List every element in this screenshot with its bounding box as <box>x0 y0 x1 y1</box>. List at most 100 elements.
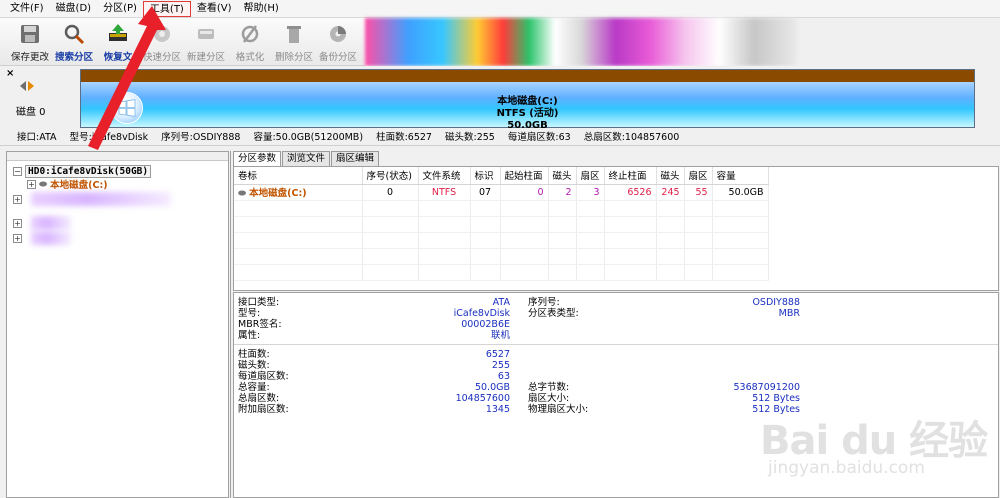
format-button[interactable]: 格式化 <box>228 18 272 66</box>
col-end-cylinder[interactable]: 终止柱面 <box>604 167 657 185</box>
tree-hidden-node-2[interactable]: + <box>13 216 25 230</box>
tab-sector-edit[interactable]: 扇区编辑 <box>331 151 380 166</box>
section-divider <box>234 344 998 345</box>
cell-start-cylinder: 0 <box>500 184 549 201</box>
delete-partition-label: 删除分区 <box>274 52 313 63</box>
tree-disk-node[interactable]: − HD0:iCafe8vDisk(50GB) <box>13 164 152 178</box>
cell-start-sector: 3 <box>576 184 605 201</box>
table-row <box>234 264 769 281</box>
disk-info-strip: 接口:ATA 型号:iCafe8vDisk 序列号:OSDIY888 容量:50… <box>0 130 1000 146</box>
redacted-block <box>31 192 171 206</box>
table-header-row: 卷标 序号(状态) 文件系统 标识 起始柱面 磁头 扇区 终止柱面 磁头 扇区 … <box>234 167 769 185</box>
save-changes-button[interactable]: 保存更改 <box>8 18 52 66</box>
prop-label: 磁头数: <box>238 360 270 371</box>
col-capacity[interactable]: 容量 <box>712 167 769 185</box>
disk-tree-pane: − HD0:iCafe8vDisk(50GB) + ⬬ 本地磁盘(C:) + +… <box>6 151 229 498</box>
collapse-icon[interactable]: − <box>13 166 22 176</box>
tree-partition-label[interactable]: 本地磁盘(C:) <box>50 177 107 191</box>
format-icon <box>237 21 263 47</box>
backup-icon <box>325 21 351 47</box>
prop-value: 1345 <box>485 404 510 415</box>
format-label: 格式化 <box>235 52 265 63</box>
search-partition-label: 搜索分区 <box>54 52 93 63</box>
partition-c-block[interactable]: 本地磁盘(C:) NTFS (活动) 50.0GB <box>81 82 974 131</box>
cell-capacity: 50.0GB <box>712 184 769 201</box>
tree-hidden-node-1[interactable]: + <box>13 192 25 206</box>
partition-table: 卷标 序号(状态) 文件系统 标识 起始柱面 磁头 扇区 终止柱面 磁头 扇区 … <box>233 166 999 291</box>
tree-partition-node[interactable]: + ⬬ 本地磁盘(C:) <box>27 177 108 191</box>
col-start-cylinder[interactable]: 起始柱面 <box>500 167 549 185</box>
col-end-sector[interactable]: 扇区 <box>684 167 713 185</box>
backup-partition-button[interactable]: 备份分区 <box>316 18 360 66</box>
search-icon <box>61 21 87 47</box>
ad-banner[interactable] <box>365 18 797 66</box>
disk-number-label: 磁盘 0 <box>16 107 46 118</box>
menu-file[interactable]: 文件(F) <box>4 1 50 17</box>
menu-bar: 文件(F) 磁盘(D) 分区(P) 工具(T) 查看(V) 帮助(H) <box>0 0 1000 18</box>
restore-files-button[interactable]: 恢复文 <box>96 18 140 66</box>
prop-label: 序列号: <box>528 297 560 308</box>
cell-index: 0 <box>362 184 419 201</box>
disk-partition-bar[interactable]: 本地磁盘(C:) NTFS (活动) 50.0GB <box>80 69 975 131</box>
partition-table-grid: 卷标 序号(状态) 文件系统 标识 起始柱面 磁头 扇区 终止柱面 磁头 扇区 … <box>234 167 769 281</box>
disk-nav-arrows <box>20 81 34 91</box>
tree-header <box>7 152 228 161</box>
info-capacity: 容量:50.0GB(51200MB) <box>253 132 364 143</box>
col-index-status[interactable]: 序号(状态) <box>362 167 419 185</box>
prev-disk-icon[interactable] <box>20 81 26 91</box>
table-row <box>234 248 769 265</box>
table-row <box>234 232 769 249</box>
tree-disk-label[interactable]: HD0:iCafe8vDisk(50GB) <box>25 164 152 178</box>
watermark-url: jingyan.baidu.com <box>768 458 925 478</box>
menu-tools[interactable]: 工具(T) <box>142 0 191 17</box>
col-start-head[interactable]: 磁头 <box>548 167 577 185</box>
prop-value: 53687091200 <box>733 382 801 393</box>
delete-icon <box>281 21 307 47</box>
search-partition-button[interactable]: 搜索分区 <box>52 18 96 66</box>
baidu-watermark: Bai du 经验 jingyan.baidu.com <box>760 408 1000 498</box>
tab-bar: 分区参数 浏览文件 扇区编辑 <box>233 151 380 166</box>
tab-browse-files[interactable]: 浏览文件 <box>282 151 331 166</box>
next-disk-icon[interactable] <box>28 81 34 91</box>
expand-icon[interactable]: + <box>13 218 22 228</box>
col-start-sector[interactable]: 扇区 <box>576 167 605 185</box>
col-id[interactable]: 标识 <box>470 167 501 185</box>
prop-label: 接口类型: <box>238 297 280 308</box>
table-row[interactable]: ⬬ 本地磁盘(C:) 0 NTFS 07 0 2 3 6526 245 55 5… <box>234 184 769 201</box>
redacted-block <box>31 216 71 230</box>
drive-icon: ⬬ <box>238 188 250 199</box>
prop-value: MBR <box>778 308 800 319</box>
cell-volume-label: ⬬ 本地磁盘(C:) <box>234 184 363 201</box>
new-partition-label: 新建分区 <box>186 52 225 63</box>
new-partition-button[interactable]: 新建分区 <box>184 18 228 66</box>
restore-files-label: 恢复文 <box>103 52 133 63</box>
prop-value: OSDIY888 <box>752 297 800 308</box>
col-end-head[interactable]: 磁头 <box>656 167 685 185</box>
prop-value: 255 <box>491 360 510 371</box>
tab-partition-params[interactable]: 分区参数 <box>233 151 282 166</box>
prop-value: 联机 <box>490 330 510 341</box>
prop-label: 每道扇区数: <box>238 371 289 382</box>
save-changes-label: 保存更改 <box>10 52 49 63</box>
partition-bar-text: 本地磁盘(C:) NTFS (活动) 50.0GB <box>81 96 974 132</box>
menu-help[interactable]: 帮助(H) <box>238 1 285 17</box>
menu-disk[interactable]: 磁盘(D) <box>50 1 98 17</box>
info-heads: 磁头数:255 <box>445 132 495 143</box>
prop-value: 6527 <box>485 349 510 360</box>
delete-partition-button[interactable]: 删除分区 <box>272 18 316 66</box>
prop-label: 属性: <box>238 330 261 341</box>
expand-icon[interactable]: + <box>13 194 22 204</box>
backup-partition-label: 备份分区 <box>318 52 357 63</box>
col-filesystem[interactable]: 文件系统 <box>418 167 471 185</box>
tree-hidden-node-3[interactable]: + <box>13 231 25 245</box>
expand-icon[interactable]: + <box>27 179 36 189</box>
close-icon[interactable]: × <box>6 68 14 79</box>
menu-view[interactable]: 查看(V) <box>191 1 238 17</box>
menu-partition[interactable]: 分区(P) <box>97 1 143 17</box>
prop-value: 50.0GB <box>474 382 510 393</box>
col-volume-label[interactable]: 卷标 <box>234 167 363 185</box>
quick-partition-button[interactable]: 快速分区 <box>140 18 184 66</box>
prop-value: 63 <box>497 371 510 382</box>
info-serial: 序列号:OSDIY888 <box>161 132 241 143</box>
expand-icon[interactable]: + <box>13 233 22 243</box>
